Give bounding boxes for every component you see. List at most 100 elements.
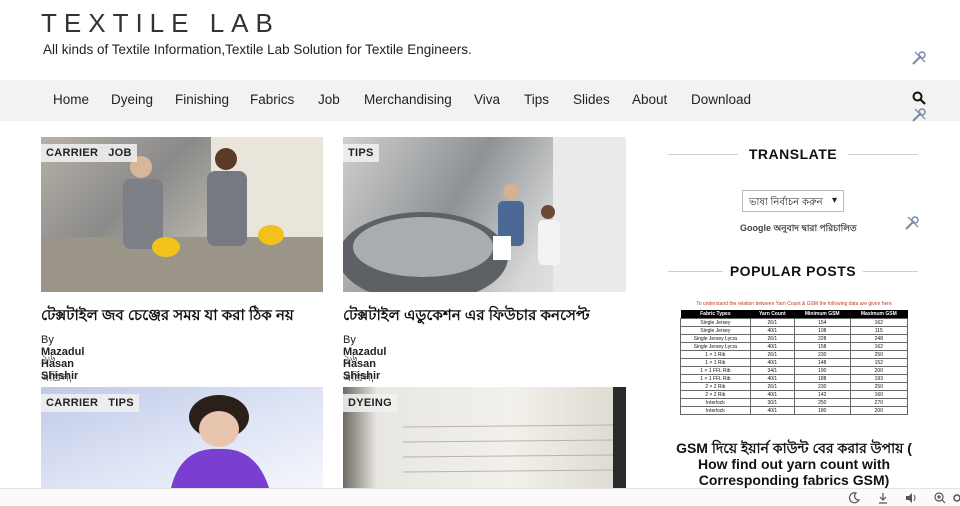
wrench-screwdriver-icon[interactable] <box>904 215 920 231</box>
table-row: 1 × 1 FFL Rib 40/1 188 193 <box>680 374 909 383</box>
table-cell: 162 <box>849 342 909 351</box>
table-cell: Single Jersey <box>680 326 751 335</box>
site-tagline: All kinds of Textile Information,Textile… <box>43 42 472 57</box>
table-row: 2 × 2 Rib 40/1 142 160 <box>680 390 909 399</box>
table-cell: 26/1 <box>749 382 795 391</box>
nav-item-home[interactable]: Home <box>53 92 89 107</box>
author-prefix: By <box>343 334 356 346</box>
yarn-gsm-table: Fabric Types Yarn Count Minimum GSM Maxi… <box>680 310 909 415</box>
table-row: Single Jersey 26/1 154 162 <box>680 318 909 327</box>
wrench-screwdriver-icon[interactable] <box>911 50 927 66</box>
tag-badge[interactable]: TIPS <box>103 394 139 412</box>
language-select[interactable]: ভাষা নির্বাচন করুন ▾ <box>742 190 844 212</box>
table-row: 1 × 1 FFL Rib 34/1 190 200 <box>680 366 909 375</box>
download-icon[interactable] <box>877 492 889 504</box>
nav-item-fabrics[interactable]: Fabrics <box>250 92 294 107</box>
popular-post-thumbnail[interactable]: To understand the relation between Yarn … <box>668 301 920 428</box>
site-title[interactable]: TEXTILE LAB <box>41 8 280 39</box>
post-tags: DYEING <box>343 394 397 412</box>
main-nav: Home Dyeing Finishing Fabrics Job Mercha… <box>0 80 960 123</box>
popular-post-title[interactable]: GSM দিয়ে ইয়ার্ন কাউন্ট বের করার উপায় … <box>668 440 920 488</box>
table-cell: 180 <box>793 406 851 415</box>
table-cell: 1 × 1 FFL Rib <box>680 366 751 375</box>
nav-item-job[interactable]: Job <box>318 92 340 107</box>
table-row: Interlock 40/1 180 200 <box>680 406 909 415</box>
table-cell: 248 <box>849 334 909 343</box>
nav-item-merchandising[interactable]: Merchandising <box>364 92 452 107</box>
post-thumbnail[interactable]: DYEING <box>343 387 626 488</box>
table-cell: 250 <box>849 350 909 359</box>
table-cell: 26/1 <box>749 350 795 359</box>
nav-item-download[interactable]: Download <box>691 92 751 107</box>
table-cell: Interlock <box>680 406 751 415</box>
table-cell: 26/1 <box>749 334 795 343</box>
gear-icon[interactable] <box>951 492 960 504</box>
table-cell: Single Jersey Lycra <box>680 342 751 351</box>
bottom-toolbar <box>0 488 960 506</box>
post-thumbnail[interactable]: TIPS <box>343 137 626 292</box>
table-cell: 26/1 <box>749 318 795 327</box>
zoom-in-icon[interactable] <box>934 492 946 504</box>
nav-item-about[interactable]: About <box>632 92 667 107</box>
post-title[interactable]: টেক্সটাইল এডুকেশন এর ফিউচার কনসেপ্ট <box>343 304 590 329</box>
table-cell: 152 <box>849 358 909 367</box>
search-icon[interactable] <box>912 91 926 105</box>
table-cell: 40/1 <box>749 406 795 415</box>
table-cell: 108 <box>793 326 851 335</box>
dropdown-arrow-icon: ▾ <box>831 195 837 206</box>
table-cell: 230 <box>793 382 851 391</box>
tag-badge[interactable]: TIPS <box>343 144 379 162</box>
table-cell: 158 <box>793 342 851 351</box>
table-cell: 1 × 1 Rib <box>680 350 751 359</box>
table-cell: 228 <box>793 334 851 343</box>
nav-item-finishing[interactable]: Finishing <box>175 92 229 107</box>
table-cell: 40/1 <box>749 358 795 367</box>
table-cell: Interlock <box>680 398 751 407</box>
site-header: TEXTILE LAB All kinds of Textile Informa… <box>0 0 960 80</box>
table-row: Single Jersey 40/1 108 115 <box>680 326 909 335</box>
translate-heading: TRANSLATE <box>748 146 838 162</box>
table-cell: 190 <box>793 366 851 375</box>
knitting-machine-photo <box>343 137 626 292</box>
nav-item-tips[interactable]: Tips <box>524 92 549 107</box>
post-thumbnail[interactable]: CARRIER JOB <box>41 137 323 292</box>
post-tags: TIPS <box>343 144 379 162</box>
table-cell: 188 <box>793 374 851 383</box>
table-cell: 142 <box>793 390 851 399</box>
post-tags: CARRIER TIPS <box>41 394 139 412</box>
tag-badge[interactable]: CARRIER <box>41 144 104 162</box>
google-logo: Google <box>740 223 771 233</box>
nav-item-slides[interactable]: Slides <box>573 92 610 107</box>
table-cell: 1 × 1 FFL Rib <box>680 374 751 383</box>
table-cell: 200 <box>849 366 909 375</box>
table-cell: 250 <box>849 382 909 391</box>
tag-badge[interactable]: JOB <box>103 144 137 162</box>
table-cell: 154 <box>793 318 851 327</box>
table-cell: 34/1 <box>749 366 795 375</box>
wrench-screwdriver-icon[interactable] <box>911 107 927 123</box>
table-image-title: To understand the relation between Yarn … <box>696 301 892 307</box>
table-row: 1 × 1 Rib 26/1 230 250 <box>680 350 909 359</box>
table-row: Interlock 30/1 250 270 <box>680 398 909 407</box>
table-cell: 1 × 1 Rib <box>680 358 751 367</box>
post-tags: CARRIER JOB <box>41 144 137 162</box>
nav-item-viva[interactable]: Viva <box>474 92 500 107</box>
google-attribution: Google অনুবাদ দ্বারা পরিচালিত <box>740 221 857 236</box>
table-row: Single Jersey Lycra 40/1 158 162 <box>680 342 909 351</box>
table-row: 2 × 2 Rib 26/1 230 250 <box>680 382 909 391</box>
nav-item-dyeing[interactable]: Dyeing <box>111 92 153 107</box>
table-cell: 270 <box>849 398 909 407</box>
google-translate-link[interactable]: অনুবাদ দ্বারা পরিচালিত <box>774 223 857 233</box>
author-prefix: By <box>41 334 54 346</box>
post-title[interactable]: টেক্সটাইল জব চেঞ্জের সময় যা করা ঠিক নয় <box>41 304 294 329</box>
table-cell: 160 <box>849 390 909 399</box>
table-cell: 40/1 <box>749 374 795 383</box>
volume-icon[interactable] <box>905 492 917 504</box>
moon-icon[interactable] <box>848 492 860 504</box>
table-row: 1 × 1 Rib 40/1 148 152 <box>680 358 909 367</box>
table-cell: 162 <box>849 318 909 327</box>
tag-badge[interactable]: CARRIER <box>41 394 104 412</box>
post-thumbnail[interactable]: CARRIER TIPS <box>41 387 323 488</box>
tag-badge[interactable]: DYEING <box>343 394 397 412</box>
table-cell: 2 × 2 Rib <box>680 382 751 391</box>
